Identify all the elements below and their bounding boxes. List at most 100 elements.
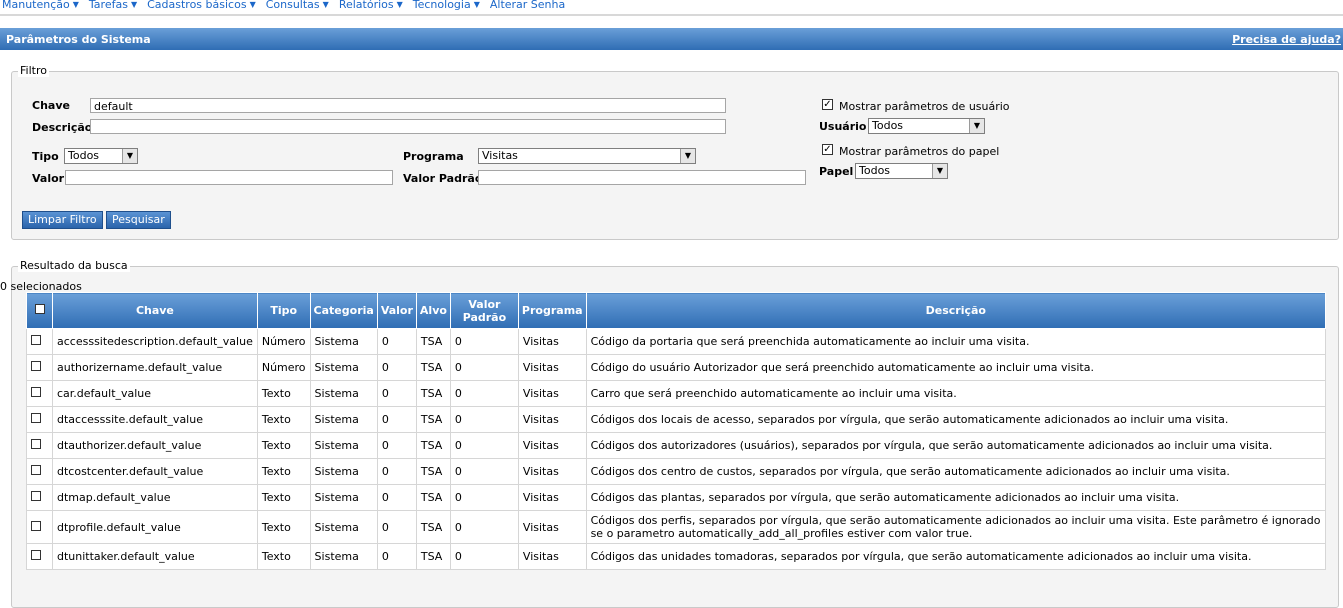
row-checkbox[interactable] [31,491,41,501]
cell-descricao: Códigos das unidades tomadoras, separado… [585,543,1327,570]
cell-valor: 0 [376,432,417,459]
menu-tarefas[interactable]: Tarefas ▼ [89,0,137,11]
cell-programa: Visitas [517,328,587,355]
row-checkbox[interactable] [31,439,41,449]
row-checkbox[interactable] [31,387,41,397]
valor-input[interactable] [65,170,393,185]
table-row[interactable]: dtunittaker.default_value Texto Sistema … [26,543,1327,570]
table-row[interactable]: dtcostcenter.default_value Texto Sistema… [26,458,1327,485]
pesquisar-button[interactable]: Pesquisar [106,211,171,229]
cell-valor: 0 [376,484,417,511]
table-row[interactable]: dtauthorizer.default_value Texto Sistema… [26,432,1327,459]
menu-manutencao[interactable]: Manutenção ▼ [2,0,79,11]
table-header-row: Chave Tipo Categoria Valor Alvo Valor Pa… [26,292,1327,329]
papel-label: Papel [819,165,854,178]
cell-descricao: Códigos dos centro de custos, separados … [585,458,1327,485]
cell-valor: 0 [376,510,417,544]
row-checkbox[interactable] [31,413,41,423]
cell-programa: Visitas [517,543,587,570]
cell-valor-padrao: 0 [449,510,519,544]
results-table: Chave Tipo Categoria Valor Alvo Valor Pa… [26,292,1327,570]
menu-label: Tecnologia [412,0,471,11]
col-header-tipo[interactable]: Tipo [256,292,311,329]
menu-relatorios[interactable]: Relatórios ▼ [339,0,403,11]
col-header-valor-padrao[interactable]: Valor Padrão [449,292,519,329]
cell-tipo: Texto [256,458,311,485]
cell-descricao: Carro que será preenchido automaticament… [585,380,1327,407]
col-header-alvo[interactable]: Alvo [415,292,451,329]
cell-categoria: Sistema [309,458,378,485]
cell-programa: Visitas [517,406,587,433]
row-checkbox[interactable] [31,335,41,345]
table-row[interactable]: dtprofile.default_value Texto Sistema 0 … [26,510,1327,544]
cell-descricao: Código da portaria que será preenchida a… [585,328,1327,355]
row-select-cell [26,510,53,544]
cell-descricao: Códigos dos autorizadores (usuários), se… [585,432,1327,459]
limpar-filtro-button[interactable]: Limpar Filtro [22,211,103,229]
caret-down-icon: ▼ [396,0,403,9]
select-all-header [26,292,53,329]
col-header-programa[interactable]: Programa [517,292,587,329]
cell-descricao: Códigos dos locais de acesso, separados … [585,406,1327,433]
menu-consultas[interactable]: Consultas ▼ [266,0,329,11]
cell-tipo: Número [256,328,311,355]
cell-valor-padrao: 0 [449,543,519,570]
cell-valor-padrao: 0 [449,406,519,433]
cell-categoria: Sistema [309,354,378,381]
caret-down-icon: ▼ [72,0,79,9]
row-checkbox[interactable] [31,361,41,371]
cell-chave: car.default_value [52,380,258,407]
row-select-cell [26,543,53,570]
cell-alvo: TSA [415,484,451,511]
row-select-cell [26,458,53,485]
descricao-input[interactable] [90,119,726,134]
cell-alvo: TSA [415,328,451,355]
col-header-descricao[interactable]: Descrição [585,292,1327,329]
row-checkbox[interactable] [31,520,41,531]
cell-descricao: Códigos dos perfis, separados por vírgul… [585,510,1327,544]
chave-label: Chave [32,99,70,112]
menu-alterar-senha[interactable]: Alterar Senha [490,0,565,11]
table-row[interactable]: authorizername.default_value Número Sist… [26,354,1327,381]
cell-chave: dtmap.default_value [52,484,258,511]
cell-programa: Visitas [517,458,587,485]
papel-select[interactable]: Todos ▼ [855,163,948,179]
cell-valor-padrao: 0 [449,432,519,459]
valor-label: Valor [32,172,65,185]
cell-chave: dtunittaker.default_value [52,543,258,570]
valor-padrao-input[interactable] [478,170,806,185]
cell-tipo: Número [256,354,311,381]
col-header-valor[interactable]: Valor [376,292,417,329]
mostrar-papel-checkbox[interactable]: ✓ [822,144,833,155]
chave-input[interactable]: default [90,98,726,113]
usuario-select-value: Todos [872,119,904,132]
menu-tecnologia[interactable]: Tecnologia ▼ [413,0,480,11]
select-all-checkbox[interactable] [34,304,45,314]
programa-select[interactable]: Visitas ▼ [478,148,696,164]
tipo-select[interactable]: Todos ▼ [64,148,138,164]
usuario-select[interactable]: Todos ▼ [868,118,985,134]
help-link[interactable]: Precisa de ajuda? [1232,33,1343,46]
mostrar-usuario-checkbox[interactable]: ✓ [822,99,833,110]
table-row[interactable]: dtmap.default_value Texto Sistema 0 TSA … [26,484,1327,511]
caret-down-icon: ▼ [249,0,256,9]
cell-alvo: TSA [415,380,451,407]
cell-valor: 0 [376,406,417,433]
menu-label: Consultas [265,0,320,11]
table-row[interactable]: car.default_value Texto Sistema 0 TSA 0 … [26,380,1327,407]
menu-cadastros[interactable]: Cadastros básicos ▼ [147,0,256,11]
row-select-cell [26,484,53,511]
col-header-categoria[interactable]: Categoria [309,292,378,329]
cell-categoria: Sistema [309,432,378,459]
col-header-chave[interactable]: Chave [52,292,258,329]
cell-categoria: Sistema [309,328,378,355]
row-checkbox[interactable] [31,465,41,475]
table-row[interactable]: accesssitedescription.default_value Núme… [26,328,1327,355]
cell-valor-padrao: 0 [449,484,519,511]
valor-padrao-label: Valor Padrão [403,172,483,185]
page-titlebar: Parâmetros do Sistema Precisa de ajuda? [0,28,1343,50]
table-row[interactable]: dtaccesssite.default_value Texto Sistema… [26,406,1327,433]
row-checkbox[interactable] [31,550,41,560]
row-select-cell [26,354,53,381]
dropdown-arrow-icon: ▼ [969,119,984,133]
